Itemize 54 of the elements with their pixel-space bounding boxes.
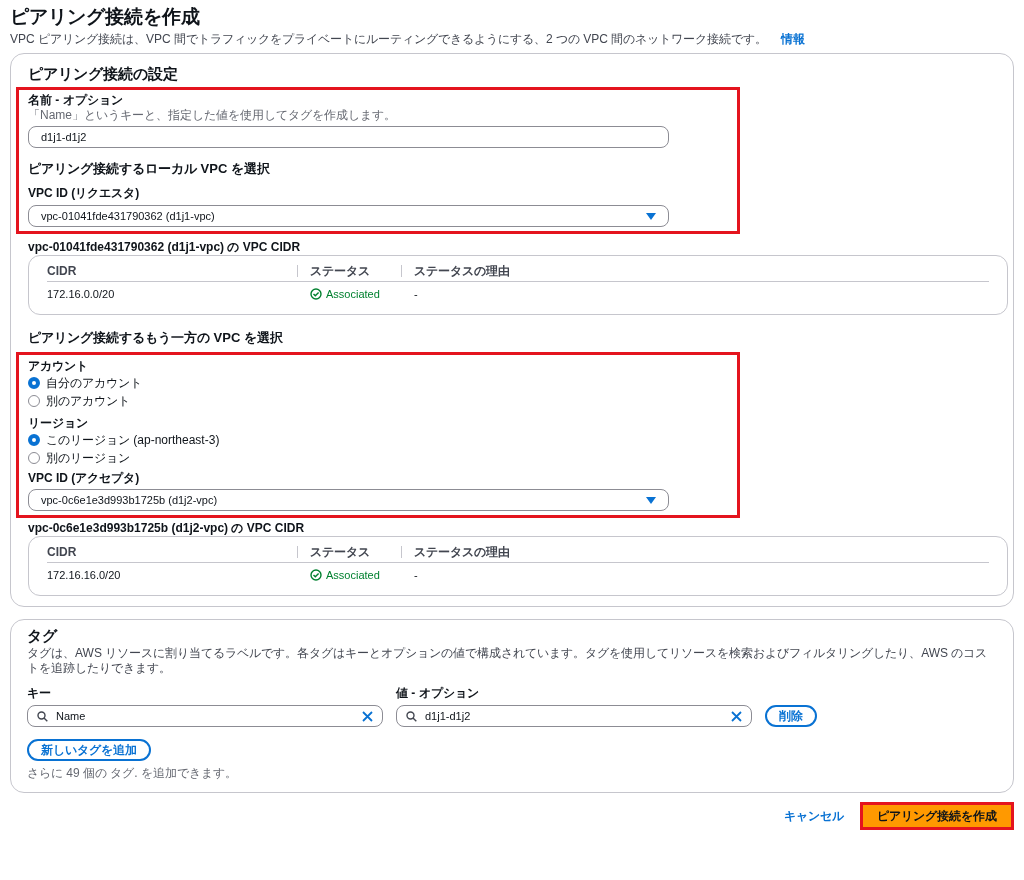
- radio-button[interactable]: [28, 377, 40, 389]
- radio-label: 別のアカウント: [46, 393, 130, 410]
- field-label: 値 - オプション: [396, 685, 479, 702]
- radio-button[interactable]: [28, 434, 40, 446]
- radio-label: 自分のアカウント: [46, 375, 142, 392]
- create-button[interactable]: ピアリング接続を作成: [860, 802, 1014, 830]
- tags-description: タグは、AWS リソースに割り当てるラベルです。各タグはキーとオプションの値で構成されています。タグを使用してリソースを検索およびフィルタリングしたり、AWS のコストを追跡したりできます。: [27, 646, 989, 676]
- field-label: VPC ID (リクエスタ): [28, 186, 141, 201]
- cancel-button[interactable]: キャンセル: [782, 807, 846, 825]
- field-label: リージョン: [28, 415, 89, 431]
- table-cell-text: 172.16.16.0/20: [47, 567, 122, 583]
- subsection-title: ピアリング接続するもう一方の VPC を選択: [28, 329, 284, 347]
- page-description: VPC ピアリング接続は、VPC 間でトラフィックをプライベートにルーティングできるようにする、2 つの VPC 間のネットワーク接続です。: [10, 31, 768, 48]
- column-header: CIDR: [47, 262, 77, 280]
- add-tag-button[interactable]: 新しいタグを追加: [27, 739, 151, 761]
- search-field[interactable]: Name: [27, 705, 383, 727]
- search-field[interactable]: d1j1-d1j2: [396, 705, 752, 727]
- search-icon: [37, 710, 48, 722]
- vpc-select[interactable]: vpc-0c6e1e3d993b1725b (d1j2-vpc): [28, 489, 669, 511]
- remove-button[interactable]: 削除: [765, 705, 817, 727]
- table-cell-text: -: [413, 286, 418, 302]
- subsection-title: ピアリング接続するローカル VPC を選択: [28, 160, 271, 178]
- section-title: タグ: [27, 626, 59, 646]
- field-label: アカウント: [28, 358, 89, 374]
- table-cell-text: 172.16.0.0/20: [47, 286, 116, 302]
- column-header: ステータスの理由: [414, 543, 510, 561]
- field-label: キー: [27, 685, 52, 702]
- column-header: ステータス: [310, 543, 370, 561]
- table-title: vpc-01041fde431790362 (d1j1-vpc) の VPC CIDR: [28, 240, 302, 255]
- field-label: VPC ID (アクセプタ): [28, 471, 141, 486]
- table-cell-text: -: [413, 567, 418, 583]
- check-circle-icon: [310, 569, 322, 581]
- close-icon[interactable]: [731, 710, 742, 722]
- page-title: ピアリング接続を作成: [10, 5, 201, 29]
- section-title: ピアリング接続の設定: [28, 64, 179, 84]
- column-header: CIDR: [47, 543, 77, 561]
- field-hint: 「Name」というキーと、指定した値を使用してタグを作成します。: [28, 108, 397, 123]
- close-icon[interactable]: [362, 710, 373, 722]
- caret-down-icon: [646, 496, 656, 504]
- radio-label: このリージョン (ap-northeast-3): [46, 432, 220, 449]
- vpc-select[interactable]: vpc-01041fde431790362 (d1j1-vpc): [28, 205, 669, 227]
- column-header: ステータスの理由: [414, 262, 510, 280]
- search-icon: [406, 710, 417, 722]
- info-link[interactable]: 情報: [781, 30, 806, 48]
- radio-label: 別のリージョン: [46, 450, 130, 467]
- status-text: Associated: [326, 286, 380, 302]
- limit-note: さらに 49 個の タグ. を追加できます。: [27, 765, 239, 782]
- table-title: vpc-0c6e1e3d993b1725b (d1j2-vpc) の VPC CIDR: [28, 521, 306, 536]
- caret-down-icon: [646, 212, 656, 220]
- column-header: ステータス: [310, 262, 370, 280]
- field-label: 名前 - オプション: [28, 93, 124, 108]
- check-circle-icon: [310, 288, 322, 300]
- name-input[interactable]: d1j1-d1j2: [28, 126, 669, 148]
- status-text: Associated: [326, 567, 380, 583]
